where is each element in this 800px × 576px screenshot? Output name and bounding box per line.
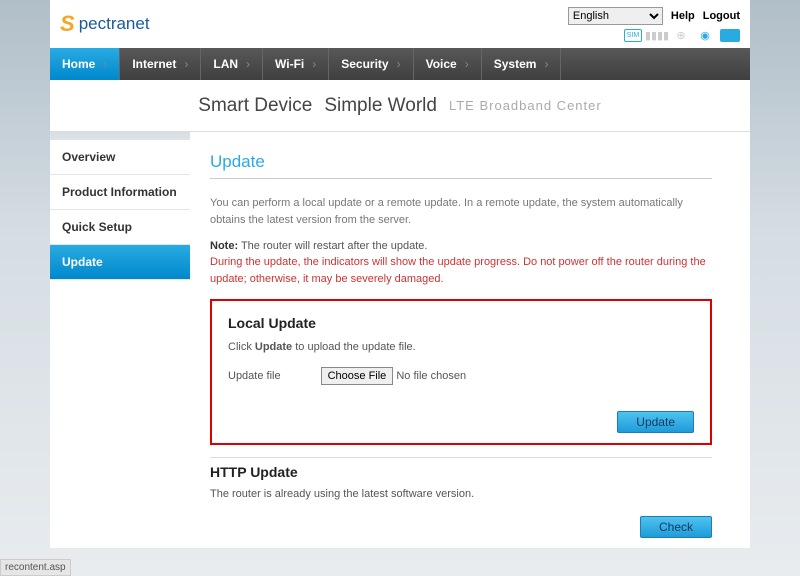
- nav-home[interactable]: Home: [50, 48, 120, 80]
- http-update-status: The router is already using the latest s…: [210, 488, 712, 500]
- choose-file-button[interactable]: Choose File: [321, 367, 394, 385]
- update-button[interactable]: Update: [617, 411, 694, 433]
- local-update-desc: Click Update to upload the update file.: [228, 341, 694, 353]
- sim-icon: SIM: [624, 29, 642, 42]
- page-title: Update: [210, 152, 712, 172]
- brand-name: pectranet: [79, 14, 150, 34]
- tagline-part2: Simple World: [324, 95, 437, 117]
- nav-wifi[interactable]: Wi-Fi: [263, 48, 329, 80]
- tagline: Smart Device Simple World LTE Broadband …: [50, 80, 750, 132]
- nav-voice[interactable]: Voice: [414, 48, 482, 80]
- file-status: No file chosen: [396, 370, 466, 382]
- sidebar: Overview Product Information Quick Setup…: [50, 132, 190, 548]
- tagline-part3: LTE Broadband Center: [449, 98, 602, 113]
- update-file-label: Update file: [228, 370, 281, 382]
- logo-mark-icon: S: [60, 11, 75, 37]
- language-select[interactable]: English: [568, 7, 663, 25]
- warning-text: During the update, the indicators will s…: [210, 254, 712, 287]
- help-link[interactable]: Help: [671, 10, 695, 22]
- sidebar-item-product-info[interactable]: Product Information: [50, 175, 190, 210]
- header: Spectranet English Help Logout SIM ▮▮▮▮ …: [50, 0, 750, 48]
- logout-link[interactable]: Logout: [703, 10, 740, 22]
- sidebar-item-update[interactable]: Update: [50, 245, 190, 280]
- sidebar-item-quick-setup[interactable]: Quick Setup: [50, 210, 190, 245]
- nav-lan[interactable]: LAN: [201, 48, 263, 80]
- browser-status-bar: recontent.asp: [0, 559, 71, 576]
- nav-security[interactable]: Security: [329, 48, 413, 80]
- title-divider: [210, 178, 712, 179]
- logo: Spectranet: [60, 11, 150, 37]
- http-update-title: HTTP Update: [210, 457, 712, 480]
- http-update-section: HTTP Update The router is already using …: [210, 457, 712, 538]
- main-content: Update You can perform a local update or…: [190, 132, 750, 548]
- check-button[interactable]: Check: [640, 516, 712, 538]
- status-icons: SIM ▮▮▮▮ ⊕ ◉: [624, 29, 740, 42]
- battery-icon: [720, 29, 740, 42]
- globe-icon: ⊕: [672, 29, 690, 42]
- main-nav: Home Internet LAN Wi-Fi Security Voice S…: [50, 48, 750, 80]
- tagline-part1: Smart Device: [198, 95, 312, 117]
- wifi-icon: ◉: [696, 29, 714, 42]
- local-update-box: Local Update Click Update to upload the …: [210, 299, 712, 445]
- sidebar-item-overview[interactable]: Overview: [50, 140, 190, 175]
- nav-internet[interactable]: Internet: [120, 48, 201, 80]
- note-text: Note: The router will restart after the …: [210, 240, 712, 252]
- signal-icon: ▮▮▮▮: [648, 29, 666, 42]
- nav-system[interactable]: System: [482, 48, 562, 80]
- intro-text: You can perform a local update or a remo…: [210, 195, 712, 228]
- local-update-title: Local Update: [228, 315, 694, 331]
